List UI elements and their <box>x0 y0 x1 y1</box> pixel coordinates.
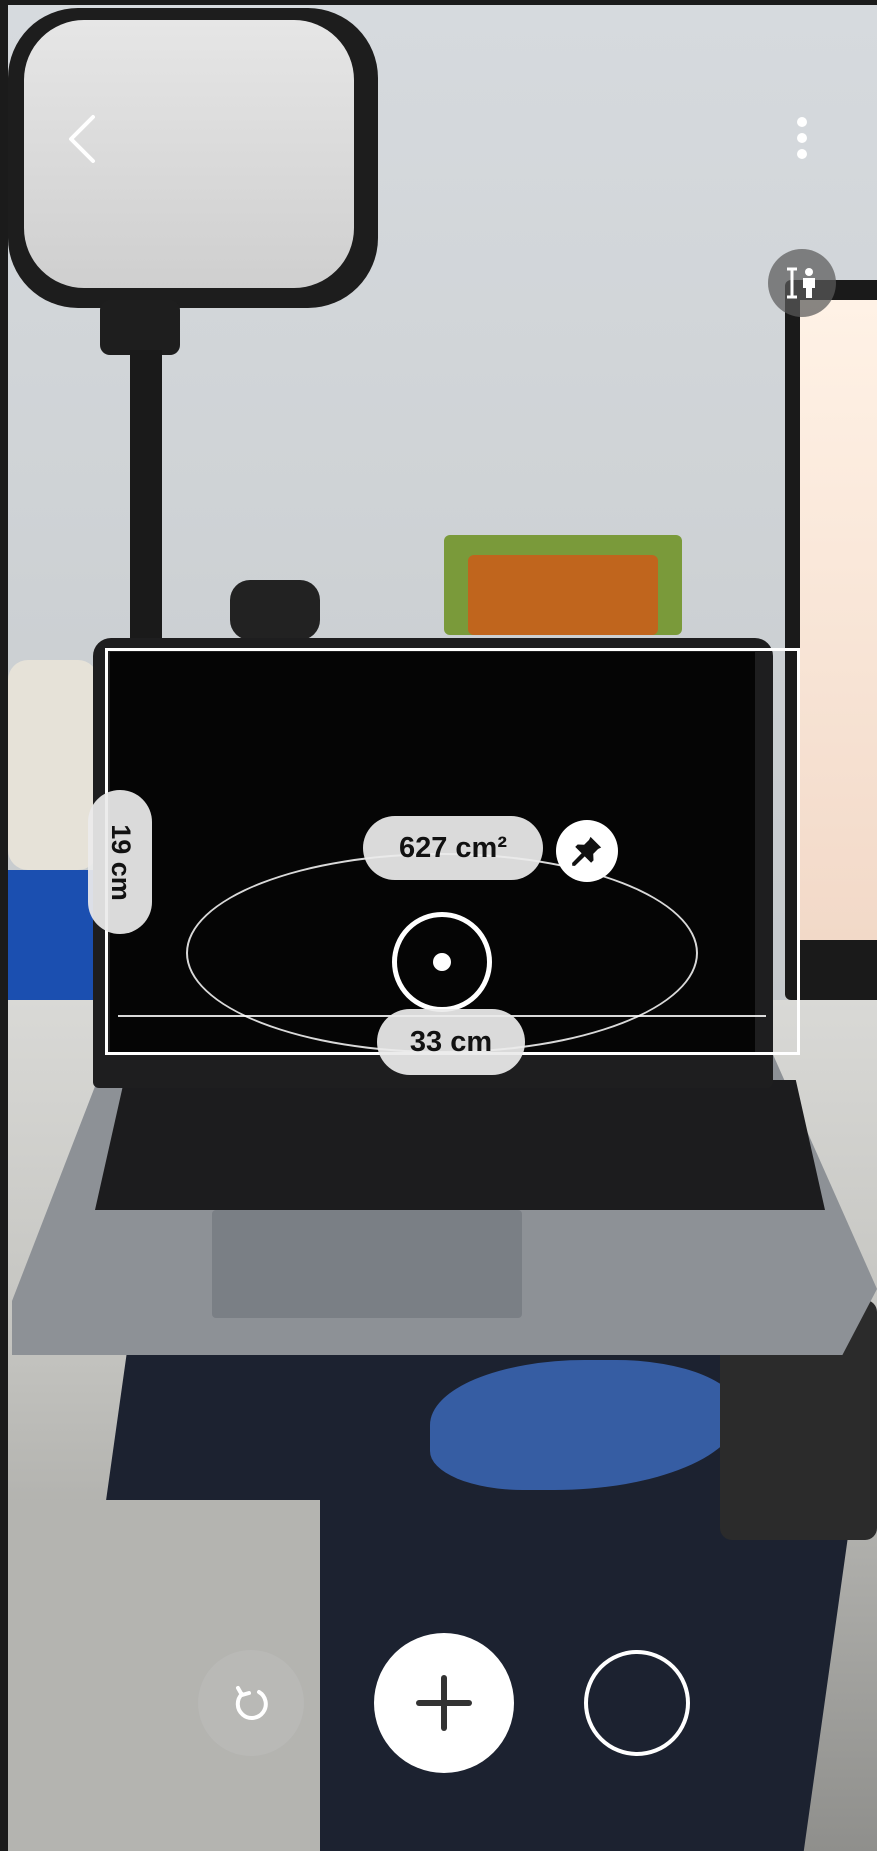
add-point-button[interactable] <box>374 1633 514 1773</box>
ring-light-mount <box>100 300 180 355</box>
reset-icon <box>235 1686 268 1720</box>
pin-icon <box>572 836 602 866</box>
aim-reticle-dot <box>433 953 451 971</box>
area-measurement-label: 627 cm² <box>363 816 543 880</box>
height-measure-button[interactable] <box>768 249 836 317</box>
more-options-button[interactable] <box>780 108 824 168</box>
person-height-icon <box>787 267 815 299</box>
width-measurement-label: 33 cm <box>377 1009 525 1075</box>
back-button[interactable] <box>52 104 114 174</box>
laptop-keyboard <box>95 1080 825 1210</box>
microphone <box>230 580 320 640</box>
decor-sign-panel <box>468 555 658 635</box>
monitor-screen <box>800 300 877 940</box>
pillow <box>8 660 98 870</box>
height-measurement-label: 19 cm <box>88 790 152 934</box>
ring-light-pole <box>130 350 162 650</box>
plus-icon <box>416 1675 472 1731</box>
frame-edge-left <box>0 0 8 1851</box>
laptop-touchpad <box>212 1210 522 1318</box>
more-vertical-icon <box>797 117 807 159</box>
pin-button[interactable] <box>556 820 618 882</box>
shape-mode-button[interactable] <box>584 1650 690 1756</box>
height-measurement-text: 19 cm <box>105 823 136 901</box>
reset-button[interactable] <box>198 1650 304 1756</box>
chevron-left-icon <box>69 115 95 163</box>
frame-edge-top <box>0 0 877 5</box>
